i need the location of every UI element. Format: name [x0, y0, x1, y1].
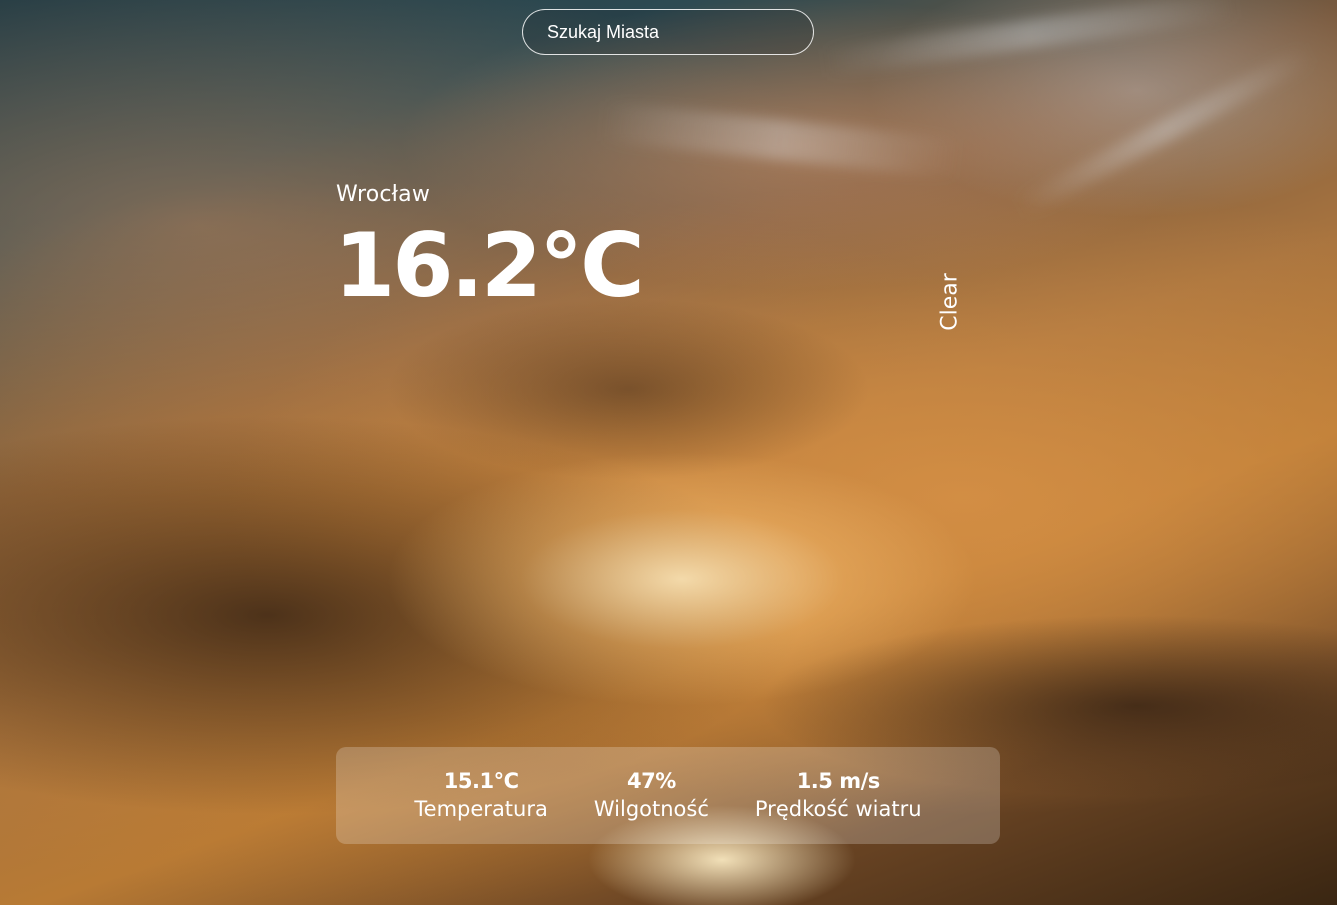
wind-speed-stat: 1.5 m/s Prędkość wiatru — [755, 768, 922, 823]
weather-condition-label: Clear — [937, 273, 963, 331]
humidity-value: 47% — [626, 769, 676, 794]
feels-like-stat: 15.1°C Temperatura — [414, 768, 547, 823]
weather-condition: Clear — [929, 262, 971, 342]
city-name: Wrocław — [336, 182, 431, 207]
humidity-label: Wilgotność — [593, 796, 709, 821]
wind-speed-label: Prędkość wiatru — [754, 796, 922, 821]
feels-like-value: 15.1°C — [443, 769, 519, 794]
search-input[interactable] — [522, 9, 814, 55]
weather-details-panel: 15.1°C Temperatura 47% Wilgotność 1.5 m/… — [336, 747, 1000, 844]
feels-like-label: Temperatura — [414, 796, 548, 821]
search-bar — [522, 9, 814, 55]
wind-speed-value: 1.5 m/s — [796, 769, 881, 794]
current-temperature: 16.2°C — [334, 214, 645, 317]
humidity-stat: 47% Wilgotność — [594, 768, 709, 823]
